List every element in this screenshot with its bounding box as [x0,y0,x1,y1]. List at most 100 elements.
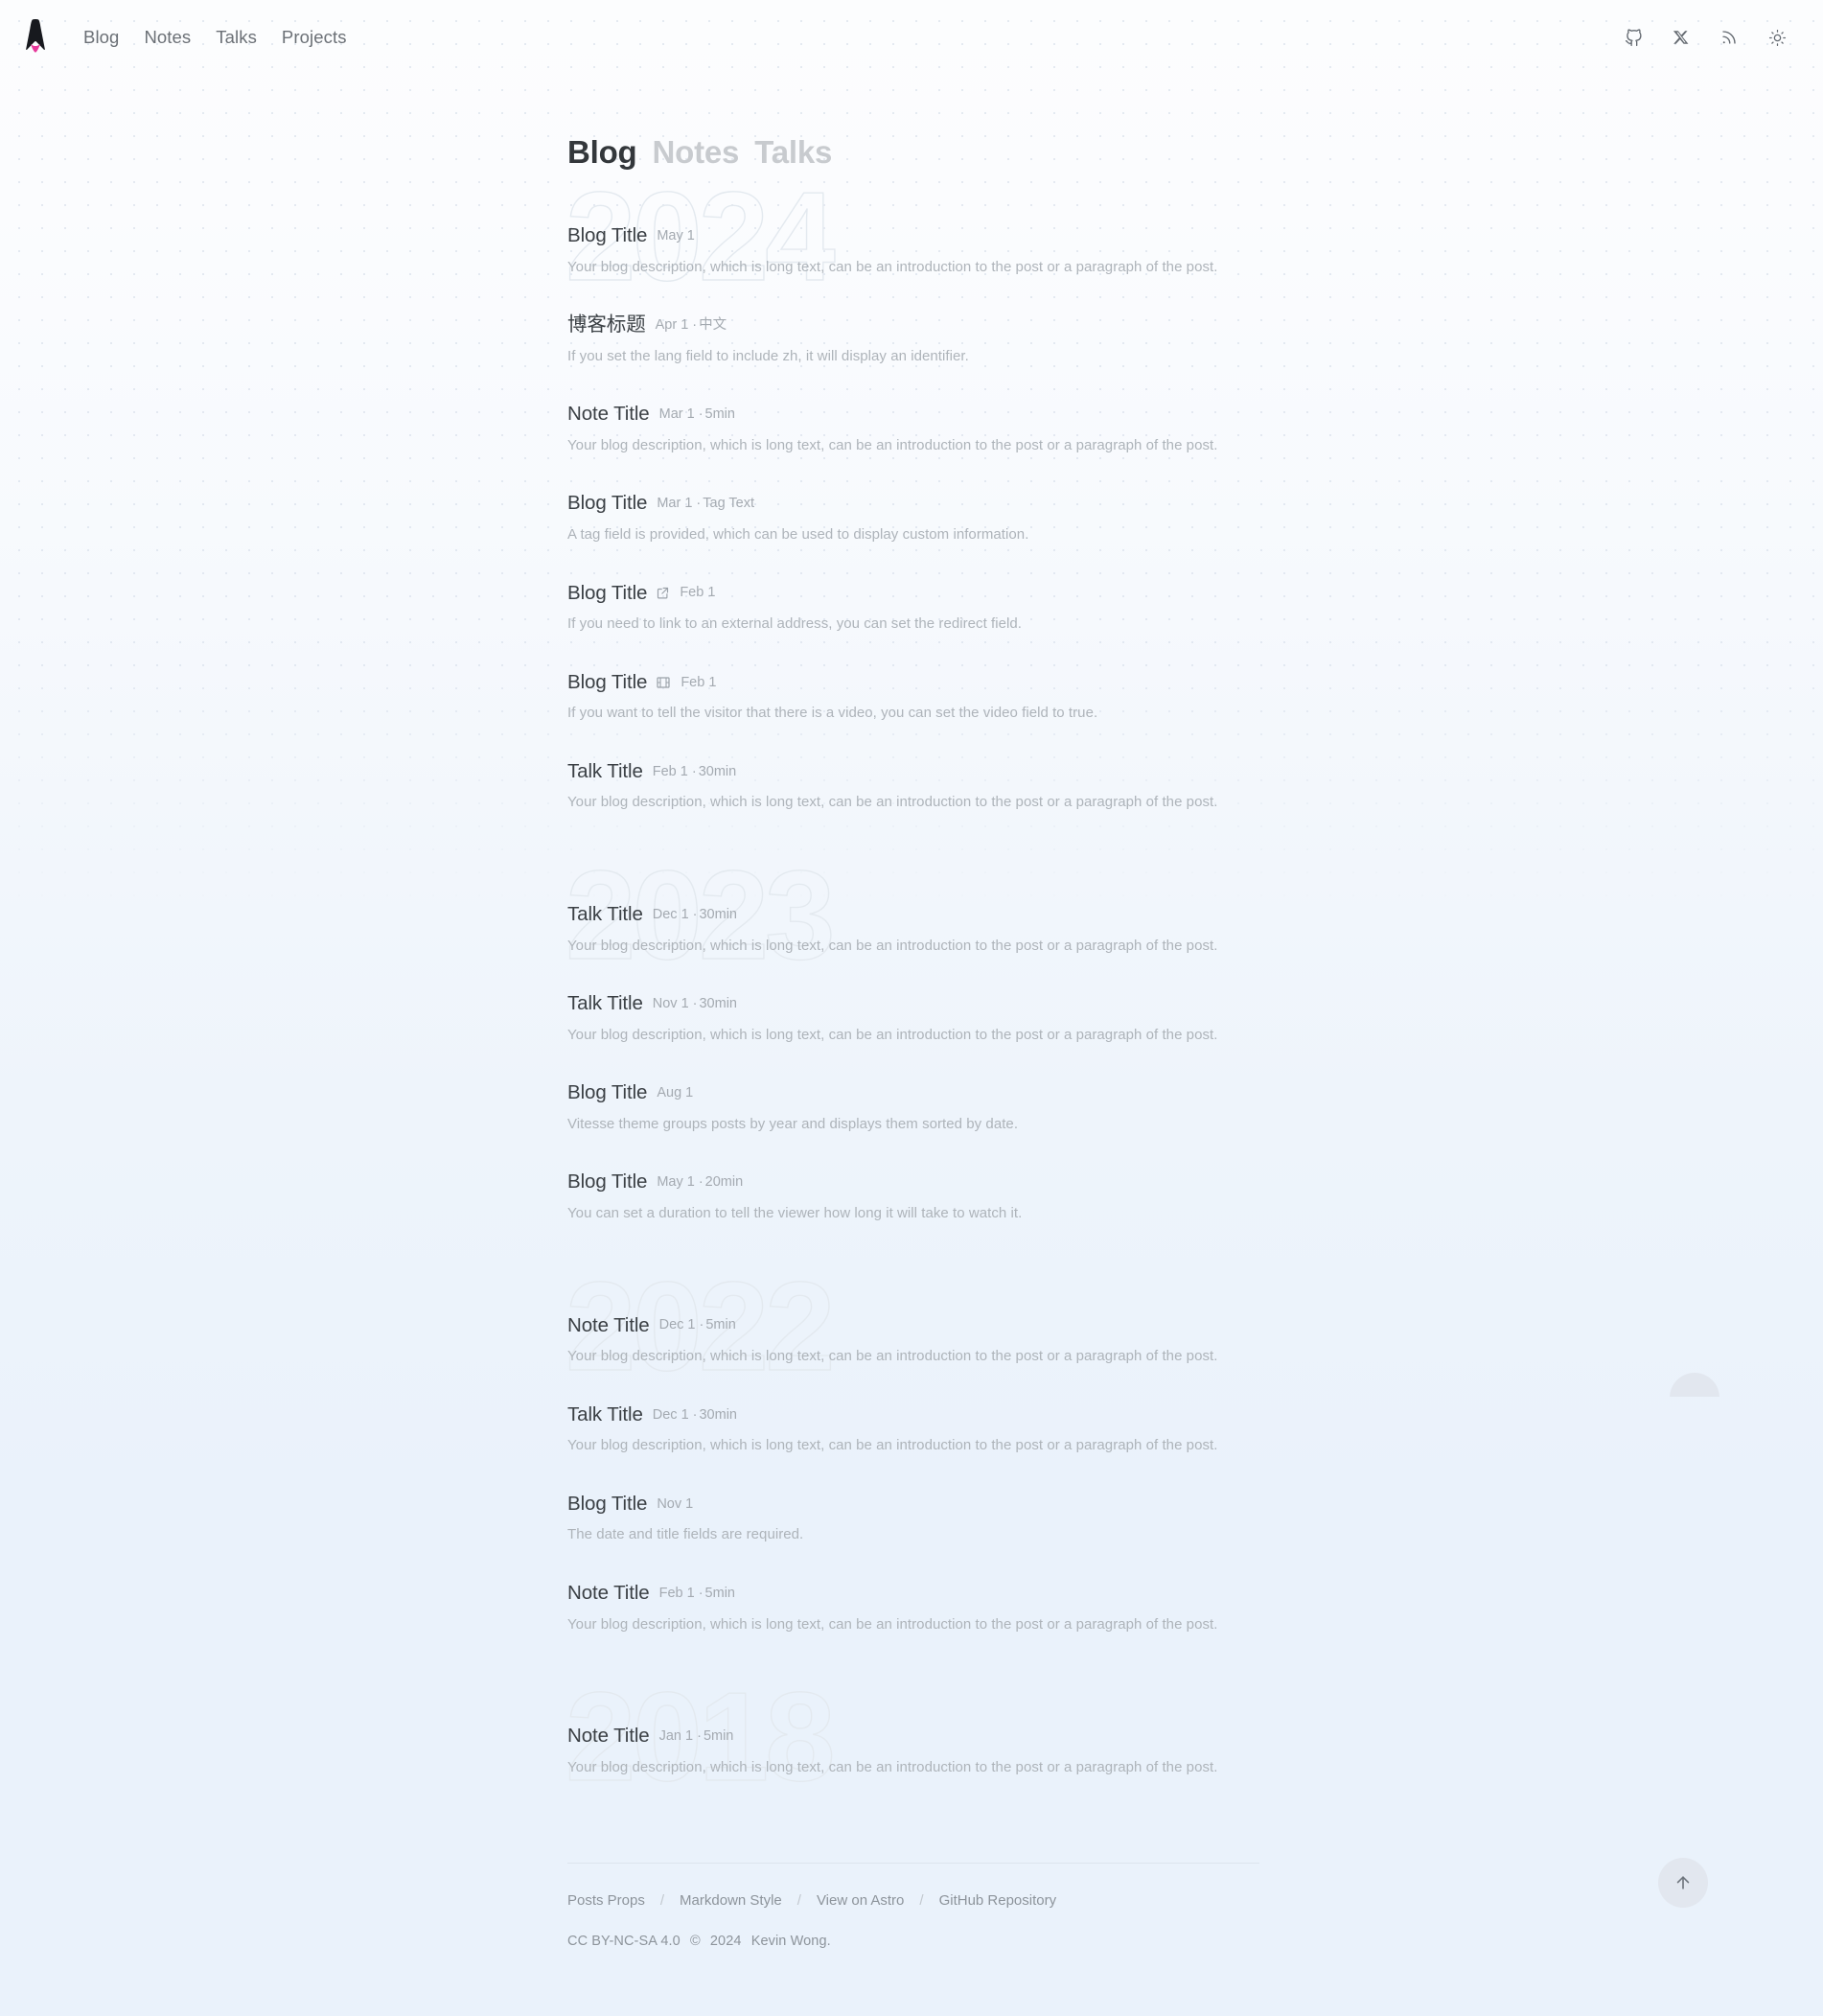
footer-separator: / [919,1892,924,1910]
rss-icon[interactable] [1718,26,1741,49]
post-description: If you set the lang field to include zh,… [567,347,969,364]
post-item[interactable]: Note Title Jan 1 · 5min Your blog descript… [567,1724,1259,1778]
post-description: A tag field is provided, which can be us… [567,526,1029,544]
footer-links: Posts Props / Markdown Style / View on A… [567,1892,1259,1909]
post-title-link[interactable]: Blog Title [567,581,647,607]
site-footer: Posts Props / Markdown Style / View on A… [567,1863,1259,1949]
footer-separator: / [659,1892,665,1910]
nav-item-projects[interactable]: Projects [269,23,359,52]
post-title-link[interactable]: Blog Title [567,491,647,517]
nav-item-blog[interactable]: Blog [71,23,131,52]
sun-icon[interactable] [1765,26,1788,49]
post-item[interactable]: Note Title Feb 1 · 5min Your blog descript… [567,1581,1259,1635]
post-title-link[interactable]: Talk Title [567,902,643,928]
post-title-row: Note Title Feb 1 · 5min [567,1581,1259,1607]
post-title-link[interactable]: Blog Title [567,670,647,696]
post-title-link[interactable]: Talk Title [567,759,643,785]
post-title-row: Blog Title Feb 1 [567,581,1259,607]
year-group-2018: 2018 Note Title Jan 1 · 5min Your blog des… [565,1673,1259,1800]
post-description: You can set a duration to tell the viewe… [567,1205,1023,1222]
post-title-row: Blog Title May 1 [567,223,1259,249]
footer-link-view-on-astro[interactable]: View on Astro [817,1892,904,1909]
external-link-icon [656,586,670,600]
post-title-row: Note Title Dec 1 · 5min [567,1313,1259,1339]
post-item[interactable]: Blog Title Nov 1 The date and title fiel… [567,1492,1259,1546]
nav-item-talks[interactable]: Talks [203,23,269,52]
footer-link-markdown-style[interactable]: Markdown Style [680,1892,782,1909]
post-description: Your blog description, which is long tex… [567,794,1218,811]
post-title-link[interactable]: 博客标题 [567,313,646,338]
post-item[interactable]: Talk Title Dec 1 · 30min Your blog descrip… [567,902,1259,957]
post-title-link[interactable]: Note Title [567,1313,650,1339]
post-meta: Nov 1 · 30min [652,996,737,1012]
post-item[interactable]: Note Title Mar 1 · 5min Your blog descript… [567,402,1259,456]
post-meta: May 1 [657,227,695,243]
post-meta: Jan 1 · 5min [658,1728,734,1744]
post-description: The date and title fields are required. [567,1526,804,1543]
post-title-row: Note Title Mar 1 · 5min [567,402,1259,428]
post-title-row: Blog Title Aug 1 [567,1080,1259,1106]
arrow-up-icon [1673,1873,1693,1892]
post-description: If you want to tell the visitor that the… [567,705,1098,722]
post-meta: Aug 1 [657,1085,694,1101]
post-meta: Apr 1 · 中文 [655,317,727,334]
post-title-link[interactable]: Note Title [567,1581,650,1607]
copyright-symbol: © [689,1934,701,1950]
post-item[interactable]: Blog Title Feb 1 If you need to link to … [567,581,1259,636]
post-item[interactable]: Blog Title Mar 1 · Tag Text A tag field is… [567,491,1259,545]
post-meta: Nov 1 [657,1495,694,1512]
year-group-2024: 2024 Blog Title May 1 Your blog descript… [565,173,1259,814]
post-title-link[interactable]: Blog Title [567,223,647,249]
post-meta: Feb 1 [680,585,716,601]
post-item[interactable]: Blog Title May 1 · 20min You can set a dur… [567,1170,1259,1224]
post-item[interactable]: 博客标题 Apr 1 · 中文 If you set the lang field … [567,313,1259,367]
copyright-line: CC BY-NC-SA 4.0 © 2024 Kevin Wong. [567,1934,1259,1949]
year-group-2022: 2022 Note Title Dec 1 · 5min Your blog des… [565,1262,1259,1636]
header-icon-group [1622,26,1800,49]
post-meta: Mar 1 · 5min [658,406,735,423]
nav-item-notes[interactable]: Notes [131,23,203,52]
video-film-icon [656,675,671,690]
post-item[interactable]: Blog Title Feb 1 If you want to tell the… [567,670,1259,725]
posts-container: Blog Notes Talks 2024 Blog Title May 1 Y… [565,134,1259,1800]
post-title-link[interactable]: Talk Title [567,991,643,1017]
post-item[interactable]: Talk Title Dec 1 · 30min Your blog descrip… [567,1402,1259,1457]
year-group-2023: 2023 Talk Title Dec 1 · 30min Your blog de… [565,851,1259,1225]
post-title-row: Blog Title May 1 · 20min [567,1170,1259,1195]
post-description: Your blog description, which is long tex… [567,1026,1218,1043]
x-twitter-icon[interactable] [1670,26,1693,49]
astro-logo[interactable] [21,18,50,57]
post-description: Vitesse theme groups posts by year and d… [567,1115,1019,1132]
post-item[interactable]: Talk Title Nov 1 · 30min Your blog descrip… [567,991,1259,1046]
post-title-link[interactable]: Note Title [567,1724,650,1750]
post-title-link[interactable]: Talk Title [567,1402,643,1428]
footer-link-posts-props[interactable]: Posts Props [567,1892,645,1909]
post-title-row: Blog Title Nov 1 [567,1492,1259,1518]
post-item[interactable]: Blog Title May 1 Your blog description, … [567,223,1259,278]
post-title-link[interactable]: Blog Title [567,1170,647,1195]
tab-talks[interactable]: Talks [754,134,832,171]
footer-link-github-repository[interactable]: GitHub Repository [939,1892,1057,1909]
post-item[interactable]: Talk Title Feb 1 · 30min Your blog descrip… [567,759,1259,814]
post-title-link[interactable]: Blog Title [567,1080,647,1106]
post-title-link[interactable]: Note Title [567,402,650,428]
post-description: Your blog description, which is long tex… [567,1437,1218,1454]
post-meta: Dec 1 · 30min [652,1406,737,1423]
post-description: Your blog description, which is long tex… [567,937,1218,954]
post-title-link[interactable]: Blog Title [567,1492,647,1518]
post-title-row: Talk Title Nov 1 · 30min [567,991,1259,1017]
post-type-tabs: Blog Notes Talks [567,134,1259,171]
tab-notes[interactable]: Notes [653,134,740,171]
post-meta: Feb 1 · 30min [652,763,737,779]
post-item[interactable]: Blog Title Aug 1 Vitesse theme groups po… [567,1080,1259,1135]
post-item[interactable]: Note Title Dec 1 · 5min Your blog descript… [567,1313,1259,1368]
post-description: Your blog description, which is long tex… [567,1615,1218,1633]
github-icon[interactable] [1622,26,1645,49]
copyright-author: Kevin Wong. [750,1934,831,1950]
post-description: Your blog description, which is long tex… [567,258,1218,275]
tab-blog[interactable]: Blog [567,134,637,171]
post-meta: Mar 1 · Tag Text [657,496,754,512]
astro-logo-icon [26,19,45,53]
scroll-to-top-button[interactable] [1658,1858,1708,1908]
post-title-row: Talk Title Dec 1 · 30min [567,902,1259,928]
